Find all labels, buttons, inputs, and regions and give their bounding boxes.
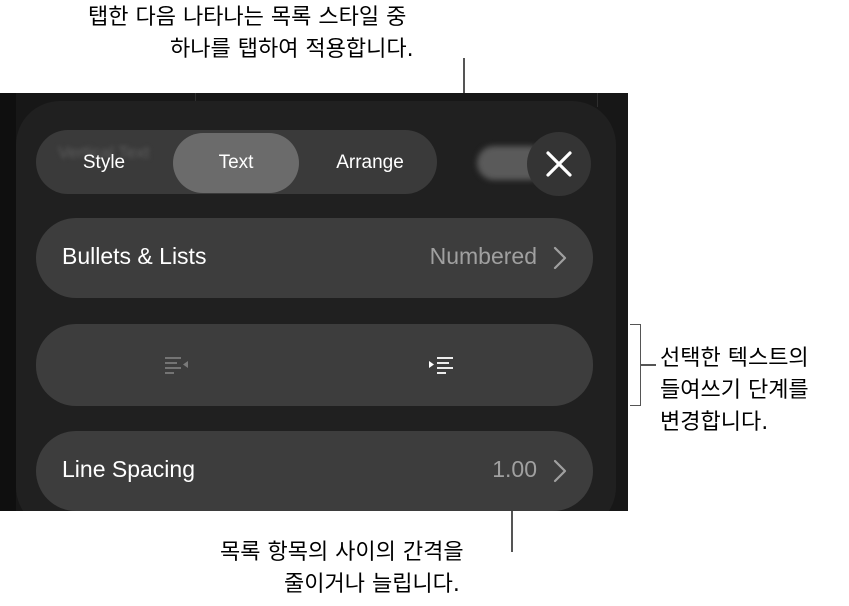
line-spacing-label: Line Spacing <box>62 456 195 482</box>
line-spacing-row[interactable]: Line Spacing 1.00 <box>36 431 593 511</box>
chevron-right-icon <box>553 459 567 483</box>
leader-line-right <box>640 364 656 366</box>
callout-line-spacing-line2: 줄이거나 늘립니다. <box>284 572 460 597</box>
callout-indent: 선택한 텍스트의 들여쓰기 단계를 변경합니다. <box>660 343 809 439</box>
callout-list-style: 탭한 다음 나타나는 목록 스타일 중 하나를 탭하여 적용합니다. <box>88 2 414 66</box>
callout-list-style-line1: 탭한 다음 나타나는 목록 스타일 중 <box>88 5 407 30</box>
line-spacing-value: 1.00 <box>492 456 537 482</box>
screen-clip: Line Spacing 1.00 <box>0 93 628 511</box>
callout-indent-line1: 선택한 텍스트의 <box>660 346 809 371</box>
callout-line-spacing-line1: 목록 항목의 사이의 간격을 <box>220 540 464 565</box>
callout-indent-line3: 변경합니다. <box>660 410 769 435</box>
callout-list-style-line2: 하나를 탭하여 적용합니다. <box>170 37 414 62</box>
callout-indent-line2: 들여쓰기 단계를 <box>660 378 809 403</box>
callout-line-spacing: 목록 항목의 사이의 간격을 줄이거나 늘립니다. <box>220 537 464 601</box>
